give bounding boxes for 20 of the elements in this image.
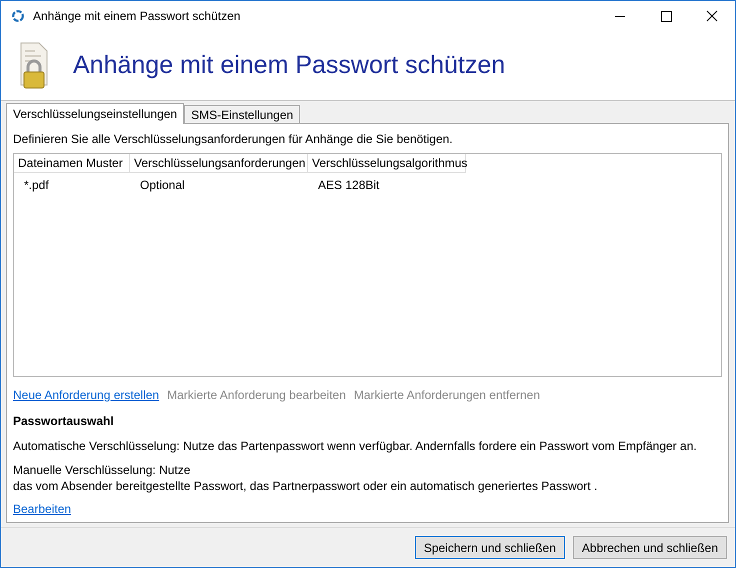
dialog-button[interactable]: Speichern und schließen <box>414 536 565 559</box>
action-link[interactable]: Neue Anforderung erstellen <box>13 388 160 402</box>
dialog-heading: Anhänge mit einem Passwort schützen <box>73 51 506 80</box>
description-text: Manuelle Verschlüsselung: Nutze das vom Absender bereitgestellte Passwort, das Partnerpasswort oder ein automatisch generiertes Passwort . <box>13 462 598 494</box>
dialog-button[interactable]: Abbrechen und schließen <box>572 536 727 559</box>
table-cell-text: Optional <box>139 178 186 192</box>
description-text: Automatische Verschlüsselung: Nutze das Partenpasswort wenn verfügbar. Andernfalls fordere ein Passwort vom Empfänger an. <box>13 438 697 454</box>
table-cell-text: *.pdf <box>23 178 50 192</box>
window-title: Anhänge mit einem Passwort schützen <box>33 9 242 23</box>
table-cell-text: AES 128Bit <box>317 178 380 192</box>
intro-text: Definieren Sie alle Verschlüsselungsanforderungen für Anhänge die Sie benötigen. <box>13 132 453 146</box>
tab[interactable]: Verschlüsselungseinstellungen <box>6 103 184 124</box>
app-icon <box>11 9 25 23</box>
column-header[interactable]: Dateinamen Muster <box>14 154 130 173</box>
table-row[interactable]: *.pdf Optional AES 128Bit <box>14 178 721 192</box>
section-heading: Passwortauswahl <box>13 414 114 428</box>
edit-link[interactable]: Bearbeiten <box>13 502 72 516</box>
tab[interactable]: SMS-Einstellungen <box>184 105 300 123</box>
column-header[interactable]: Verschlüsselungsanforderungen <box>130 154 308 173</box>
column-header[interactable]: Verschlüsselungsalgorithmus <box>308 154 466 173</box>
